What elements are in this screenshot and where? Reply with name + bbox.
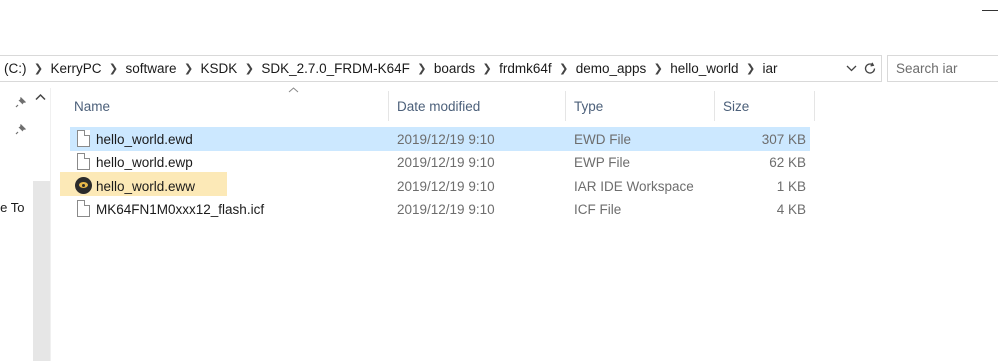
pin-icon[interactable] bbox=[15, 96, 27, 109]
navigation-pane: ule To bbox=[0, 88, 50, 361]
file-type: IAR IDE Workspace bbox=[574, 178, 694, 194]
file-name: hello_world.ewp bbox=[96, 154, 193, 170]
column-header-name[interactable]: Name bbox=[66, 91, 389, 121]
breadcrumb-item-current[interactable]: iar bbox=[763, 61, 778, 76]
address-bar[interactable]: (C:) ❯ KerryPC ❯ software ❯ KSDK ❯ SDK_2… bbox=[0, 55, 882, 82]
search-box[interactable] bbox=[887, 55, 998, 82]
file-date: 2019/12/19 9:10 bbox=[397, 154, 495, 170]
breadcrumb-item[interactable]: KerryPC bbox=[51, 61, 102, 76]
document-icon bbox=[77, 200, 90, 217]
file-type: EWD File bbox=[574, 131, 631, 147]
refresh-icon[interactable] bbox=[861, 58, 879, 79]
breadcrumb-item[interactable]: (C:) bbox=[4, 61, 27, 76]
document-icon bbox=[77, 153, 90, 170]
iar-workspace-icon bbox=[75, 177, 92, 194]
column-header-type[interactable]: Type bbox=[566, 91, 715, 121]
breadcrumb-item[interactable]: demo_apps bbox=[576, 61, 647, 76]
column-header-date-modified[interactable]: Date modified bbox=[389, 91, 566, 121]
file-row[interactable]: MK64FN1M0xxx12_flash.icf 2019/12/19 9:10… bbox=[70, 197, 810, 221]
pane-divider[interactable] bbox=[50, 88, 51, 361]
minimize-button[interactable] bbox=[982, 10, 998, 11]
chevron-right-icon[interactable]: ❯ bbox=[410, 62, 434, 75]
file-name: hello_world.ewd bbox=[96, 131, 193, 147]
breadcrumb-item[interactable]: SDK_2.7.0_FRDM-K64F bbox=[261, 61, 410, 76]
nav-scrollbar[interactable] bbox=[33, 181, 50, 361]
chevron-right-icon[interactable]: ❯ bbox=[552, 62, 576, 75]
chevron-right-icon[interactable]: ❯ bbox=[102, 62, 126, 75]
file-row[interactable]: hello_world.ewp 2019/12/19 9:10 EWP File… bbox=[70, 150, 810, 174]
file-date: 2019/12/19 9:10 bbox=[397, 178, 495, 194]
breadcrumb-item[interactable]: KSDK bbox=[201, 61, 238, 76]
breadcrumb-item[interactable]: hello_world bbox=[670, 61, 738, 76]
chevron-right-icon[interactable]: ❯ bbox=[646, 62, 670, 75]
file-row[interactable]: hello_world.eww 2019/12/19 9:10 IAR IDE … bbox=[60, 172, 810, 198]
file-name: hello_world.eww bbox=[96, 178, 196, 194]
file-date: 2019/12/19 9:10 bbox=[397, 131, 495, 147]
chevron-right-icon[interactable]: ❯ bbox=[475, 62, 499, 75]
pin-icon[interactable] bbox=[15, 123, 27, 136]
chevron-down-icon[interactable] bbox=[843, 58, 859, 79]
title-bar bbox=[0, 0, 998, 52]
breadcrumb-item[interactable]: frdmk64f bbox=[499, 61, 552, 76]
column-header-size[interactable]: Size bbox=[715, 91, 815, 121]
search-input[interactable] bbox=[888, 56, 998, 81]
file-size: 1 KB bbox=[776, 178, 806, 194]
file-name: MK64FN1M0xxx12_flash.icf bbox=[96, 201, 265, 217]
document-icon bbox=[77, 130, 90, 147]
column-header-row: Name Date modified Type Size bbox=[66, 87, 816, 121]
file-date: 2019/12/19 9:10 bbox=[397, 201, 495, 217]
breadcrumb-item[interactable]: boards bbox=[434, 61, 475, 76]
chevron-right-icon[interactable]: ❯ bbox=[27, 62, 51, 75]
breadcrumb-item[interactable]: software bbox=[126, 61, 177, 76]
file-row[interactable]: hello_world.ewd 2019/12/19 9:10 EWD File… bbox=[70, 127, 810, 151]
chevron-up-icon[interactable] bbox=[35, 92, 47, 106]
chevron-right-icon[interactable]: ❯ bbox=[739, 62, 763, 75]
file-size: 4 KB bbox=[776, 201, 806, 217]
chevron-right-icon[interactable]: ❯ bbox=[237, 62, 261, 75]
file-type: ICF File bbox=[574, 201, 622, 217]
file-size: 62 KB bbox=[769, 154, 806, 170]
file-size: 307 KB bbox=[761, 131, 806, 147]
nav-item-label[interactable]: ule To bbox=[0, 200, 24, 215]
breadcrumb: (C:) ❯ KerryPC ❯ software ❯ KSDK ❯ SDK_2… bbox=[4, 56, 778, 81]
chevron-right-icon[interactable]: ❯ bbox=[177, 62, 201, 75]
file-type: EWP File bbox=[574, 154, 631, 170]
